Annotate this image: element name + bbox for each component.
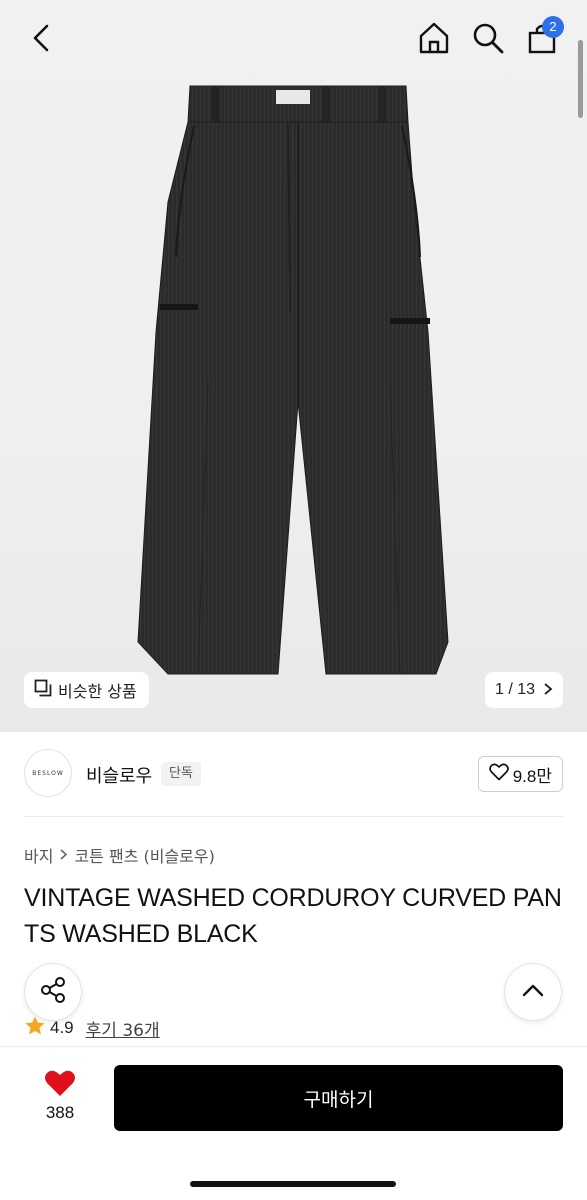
wishlist-button[interactable]: 388 — [30, 1069, 90, 1129]
brand-logo-text: BESLOW — [32, 769, 64, 777]
wishlist-count: 388 — [45, 1103, 75, 1122]
rating-score: 4.9 — [50, 1018, 74, 1037]
bottom-action-bar: 388 구매하기 — [0, 1046, 587, 1200]
buy-button-label: 구매하기 — [303, 1088, 374, 1111]
cart-count-badge: 2 — [542, 16, 564, 38]
back-button[interactable] — [22, 20, 62, 60]
search-button[interactable] — [466, 18, 510, 62]
similar-products-button[interactable]: 비슷한 상품 — [24, 672, 149, 708]
scrollbar[interactable] — [578, 40, 583, 118]
scroll-to-top-button[interactable] — [504, 963, 562, 1021]
heart-outline-icon — [488, 763, 509, 785]
brand-row: BESLOW 비슬로우 단독 9.8만 — [24, 749, 563, 799]
similar-icon — [34, 679, 52, 701]
rating-row: 4.9 후기 36개 — [24, 1015, 160, 1041]
page-indicator: 1 / 13 — [494, 681, 535, 698]
product-image-gallery[interactable]: 2 비슷한 상품 1 / 13 — [0, 0, 587, 732]
star-icon — [24, 1015, 46, 1041]
brand-logo[interactable]: BESLOW — [24, 749, 72, 797]
chevron-right-icon — [543, 681, 553, 700]
cart-button[interactable]: 2 — [520, 16, 564, 62]
similar-products-label: 비슷한 상품 — [58, 682, 137, 701]
breadcrumb-subcategory[interactable]: 코튼 팬츠 (비슬로우) — [74, 843, 214, 867]
home-icon — [417, 21, 451, 59]
brand-like-count: 9.8만 — [512, 766, 552, 786]
home-button[interactable] — [412, 18, 456, 62]
brand-like-button[interactable]: 9.8만 — [477, 756, 563, 792]
home-indicator[interactable] — [190, 1181, 396, 1187]
product-image — [128, 82, 458, 682]
breadcrumb: 바지 코튼 팬츠 (비슬로우) — [24, 843, 215, 867]
top-navigation-bar: 2 — [0, 0, 587, 80]
review-count-link[interactable]: 후기 36개 — [86, 1016, 160, 1041]
chevron-left-icon — [30, 24, 54, 56]
heart-filled-icon — [44, 1070, 76, 1101]
product-title: VINTAGE WASHED CORDUROY CURVED PANTS WAS… — [24, 884, 562, 948]
share-icon — [38, 975, 68, 1009]
buy-button[interactable]: 구매하기 — [114, 1065, 563, 1131]
brand-name[interactable]: 비슬로우 — [86, 762, 152, 788]
chevron-right-icon — [59, 846, 68, 865]
chevron-up-icon — [521, 982, 545, 1002]
share-button[interactable] — [24, 963, 82, 1021]
search-icon — [472, 22, 504, 58]
exclusive-badge: 단독 — [161, 762, 201, 786]
divider — [24, 816, 563, 817]
image-pager[interactable]: 1 / 13 — [484, 672, 563, 708]
breadcrumb-category[interactable]: 바지 — [24, 843, 53, 867]
